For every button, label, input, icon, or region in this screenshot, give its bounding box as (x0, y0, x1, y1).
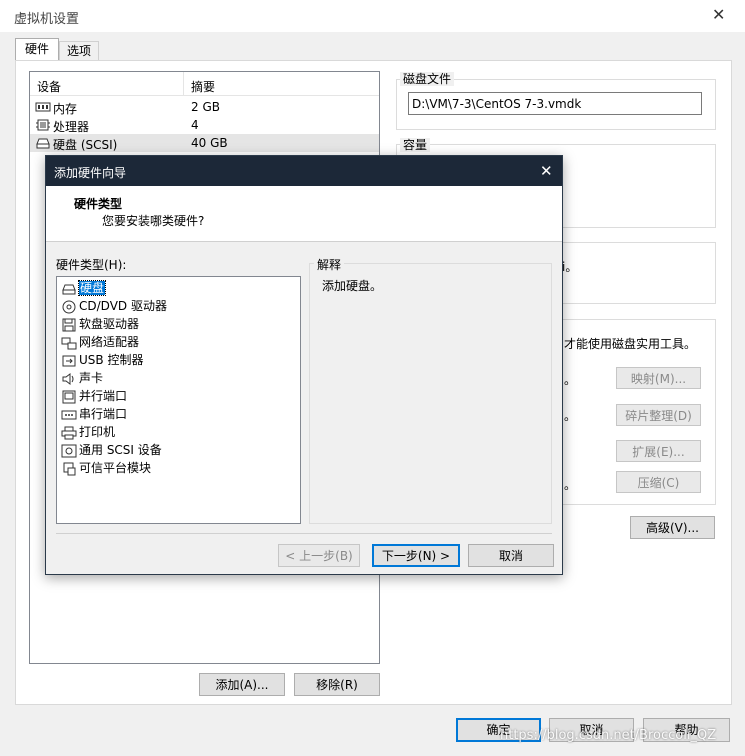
list-item-label: 声卡 (79, 371, 104, 385)
disk-utility-text: 才能使用磁盘实用工具。 (564, 337, 697, 351)
device-summary: 40 GB (191, 136, 228, 150)
defrag-description: 。 (564, 409, 577, 423)
list-item-usb[interactable]: USB 控制器 (61, 351, 143, 369)
capacity-title: 容量 (400, 138, 431, 152)
device-name: 处理器 (53, 120, 90, 134)
explanation-text: 添加硬盘。 (322, 279, 383, 293)
list-item-scsi-device[interactable]: 通用 SCSI 设备 (61, 441, 162, 459)
floppy-icon (62, 318, 76, 331)
network-adapter-icon (61, 337, 77, 349)
list-item-label: 网络适配器 (79, 335, 140, 349)
explanation-group (309, 263, 552, 524)
wizard-title: 添加硬件向导 (54, 166, 127, 180)
device-summary: 4 (191, 118, 199, 132)
expand-button[interactable]: 扩展(E)... (616, 440, 701, 462)
device-row-hard-disk[interactable]: 硬盘 (SCSI) 40 GB (30, 134, 379, 152)
processor-icon (36, 119, 50, 131)
list-item-printer[interactable]: 打印机 (61, 423, 115, 441)
list-item-label: 软盘驱动器 (79, 317, 140, 331)
hard-disk-icon (62, 284, 76, 294)
window-title: 虚拟机设置 (14, 12, 80, 27)
window-close-button[interactable]: ✕ (712, 5, 725, 24)
tab-options-label: 选项 (66, 44, 91, 58)
wizard-header-subtitle: 您要安装哪类硬件? (102, 214, 205, 228)
disk-file-title: 磁盘文件 (400, 72, 455, 86)
advanced-button[interactable]: 高级(V)... (630, 516, 715, 539)
wizard-close-button[interactable]: ✕ (540, 162, 553, 180)
column-device[interactable]: 设备 (37, 78, 61, 95)
column-summary[interactable]: 摘要 (191, 78, 215, 95)
list-item-floppy[interactable]: 软盘驱动器 (61, 315, 139, 333)
parallel-port-icon (62, 390, 76, 403)
list-item-label: USB 控制器 (79, 353, 144, 367)
printer-icon (61, 426, 77, 439)
tab-hardware-label: 硬件 (24, 42, 49, 56)
next-button[interactable]: 下一步(N) > (372, 544, 460, 567)
add-hardware-button[interactable]: 添加(A)... (199, 673, 285, 696)
back-button[interactable]: < 上一步(B) (278, 544, 360, 567)
map-description: 。 (564, 373, 577, 387)
list-item-label: 通用 SCSI 设备 (79, 443, 162, 457)
disk-file-field[interactable] (408, 92, 702, 115)
wizard-title-bar: 添加硬件向导 ✕ (46, 156, 562, 186)
compact-button[interactable]: 压缩(C) (616, 471, 701, 493)
list-item-label: 打印机 (79, 425, 116, 439)
remove-hardware-button[interactable]: 移除(R) (294, 673, 380, 696)
hardware-type-label: 硬件类型(H): (56, 258, 127, 272)
window-title-bar: 虚拟机设置 ✕ (0, 0, 745, 32)
column-divider (183, 72, 184, 96)
list-item-parallel-port[interactable]: 并行端口 (61, 387, 127, 405)
list-item-label: 串行端口 (79, 407, 128, 421)
device-name: 硬盘 (SCSI) (53, 138, 118, 152)
device-row-processor[interactable]: 处理器 4 (30, 116, 379, 134)
list-item-hard-disk[interactable]: 硬盘 (61, 279, 107, 297)
wizard-header-title: 硬件类型 (74, 197, 123, 211)
scsi-device-icon (61, 444, 77, 457)
hard-disk-icon (36, 138, 50, 149)
list-item-label: 硬盘 (77, 280, 107, 296)
cd-dvd-icon (62, 300, 76, 313)
wizard-header: 硬件类型 您要安装哪类硬件? (46, 186, 562, 242)
list-item-label: CD/DVD 驱动器 (79, 299, 167, 313)
memory-icon (35, 102, 51, 112)
device-row-memory[interactable]: 内存 2 GB (30, 98, 379, 116)
list-item-network-adapter[interactable]: 网络适配器 (61, 333, 139, 351)
hardware-type-list[interactable]: 硬盘 CD/DVD 驱动器 软盘驱动器 网络适配器 USB 控制器 声卡 并行端… (56, 276, 301, 524)
wizard-cancel-button[interactable]: 取消 (468, 544, 554, 567)
watermark: https://blog.csdn.net/Broccoli_QZ (500, 728, 717, 743)
disk-info-text: i。 (562, 260, 578, 274)
sound-card-icon (62, 372, 74, 385)
device-name: 内存 (53, 102, 78, 116)
device-list-header: 设备 摘要 (30, 72, 379, 96)
tab-hardware[interactable]: 硬件 (15, 38, 59, 60)
list-item-label: 可信平台模块 (79, 461, 152, 475)
tab-options[interactable]: 选项 (59, 41, 99, 60)
list-item-cd-dvd[interactable]: CD/DVD 驱动器 (61, 297, 167, 315)
tpm-icon (63, 462, 76, 475)
serial-port-icon (61, 410, 77, 419)
usb-icon (62, 355, 76, 366)
list-item-serial-port[interactable]: 串行端口 (61, 405, 127, 423)
device-summary: 2 GB (191, 100, 220, 114)
explanation-title: 解释 (314, 256, 345, 273)
list-item-sound-card[interactable]: 声卡 (61, 369, 103, 387)
list-item-tpm[interactable]: 可信平台模块 (61, 459, 151, 477)
compact-description: 。 (564, 478, 577, 492)
add-hardware-wizard: 添加硬件向导 ✕ 硬件类型 您要安装哪类硬件? 硬件类型(H): 硬盘 CD/D… (45, 155, 563, 575)
list-item-label: 并行端口 (79, 389, 128, 403)
wizard-divider (56, 533, 552, 534)
defrag-button[interactable]: 碎片整理(D) (616, 404, 701, 426)
map-button[interactable]: 映射(M)... (616, 367, 701, 389)
